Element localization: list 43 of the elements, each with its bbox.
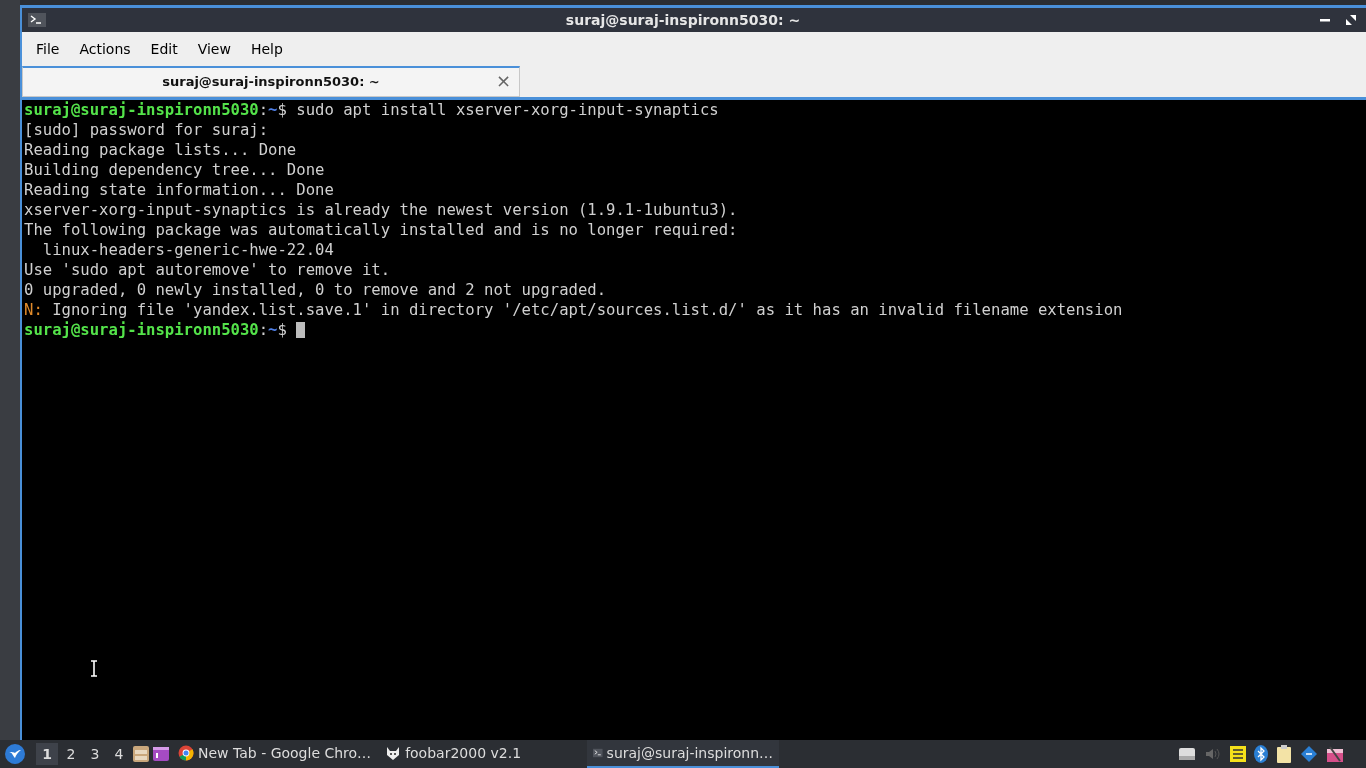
start-menu-icon[interactable] <box>4 743 26 765</box>
browser-icon <box>178 745 194 761</box>
taskbar-button[interactable]: suraj@suraj-inspironn… <box>587 740 780 768</box>
output-line: Building dependency tree... Done <box>24 161 325 179</box>
output-line: N: Ignoring file 'yandex.list.save.1' in directory '/etc/apt/sources.list.d/' as it has an invalid filename extension <box>24 301 1123 319</box>
drive-icon[interactable] <box>1178 746 1196 762</box>
workspace-switch[interactable]: 4 <box>108 743 130 765</box>
terminal-icon <box>593 746 603 760</box>
workspace-switch[interactable]: 2 <box>60 743 82 765</box>
cat-head-icon <box>385 745 402 761</box>
menu-item[interactable]: Edit <box>140 34 188 64</box>
bluetooth-icon[interactable] <box>1254 745 1268 763</box>
volume-icon[interactable] <box>1204 746 1222 762</box>
prompt-line: suraj@suraj-inspironn5030:~$ sudo apt install xserver-xorg-input-synaptics <box>24 101 719 119</box>
clipboard-icon[interactable] <box>1276 745 1292 763</box>
ibeam-cursor-icon <box>90 660 98 677</box>
output-line: xserver-xorg-input-synaptics is already the newest version (1.9.1-1ubuntu3). <box>24 201 738 219</box>
taskbar-button[interactable]: New Tab - Google Chro… <box>172 740 378 768</box>
taskbar-button[interactable]: foobar2000 v2.1 <box>379 740 528 768</box>
workspace-switch[interactable]: 1 <box>36 743 58 765</box>
toolbox-icon[interactable] <box>1326 745 1344 763</box>
output-line: Reading package lists... Done <box>24 141 297 159</box>
output-line: The following package was automatically installed and is no longer required: <box>24 221 738 239</box>
close-button[interactable]: × <box>495 72 511 90</box>
output-line: 0 upgraded, 0 newly installed, 0 to remove and 2 not upgraded. <box>24 281 607 299</box>
notes-icon[interactable] <box>1230 746 1246 762</box>
diamond-icon[interactable] <box>1300 745 1318 763</box>
output-line: linux-headers-generic-hwe-22.04 <box>41 241 334 259</box>
window-title: suraj@suraj-inspironn5030: ~ <box>564 10 802 30</box>
menu-item[interactable]: File <box>26 34 70 64</box>
file-cabinet-icon[interactable] <box>132 745 150 763</box>
menu-item[interactable]: Actions <box>69 34 141 64</box>
output-line: [sudo] password for suraj: <box>24 121 269 139</box>
output-line: Use 'sudo apt autoremove' to remove it. <box>24 261 391 279</box>
output-line: Reading state information... Done <box>24 181 334 199</box>
terminal-icon <box>28 13 46 27</box>
terminal-tab[interactable]: suraj@suraj-inspironn5030: ~ × <box>22 66 520 97</box>
maximize-icon[interactable] <box>1346 15 1356 25</box>
workspace-switch[interactable]: 3 <box>84 743 106 765</box>
prompt-line: suraj@suraj-inspironn5030:~$ <box>24 321 288 339</box>
menu-item[interactable]: View <box>187 34 241 64</box>
menu-item[interactable]: Help <box>240 34 293 64</box>
window-app-icon[interactable] <box>152 745 170 763</box>
